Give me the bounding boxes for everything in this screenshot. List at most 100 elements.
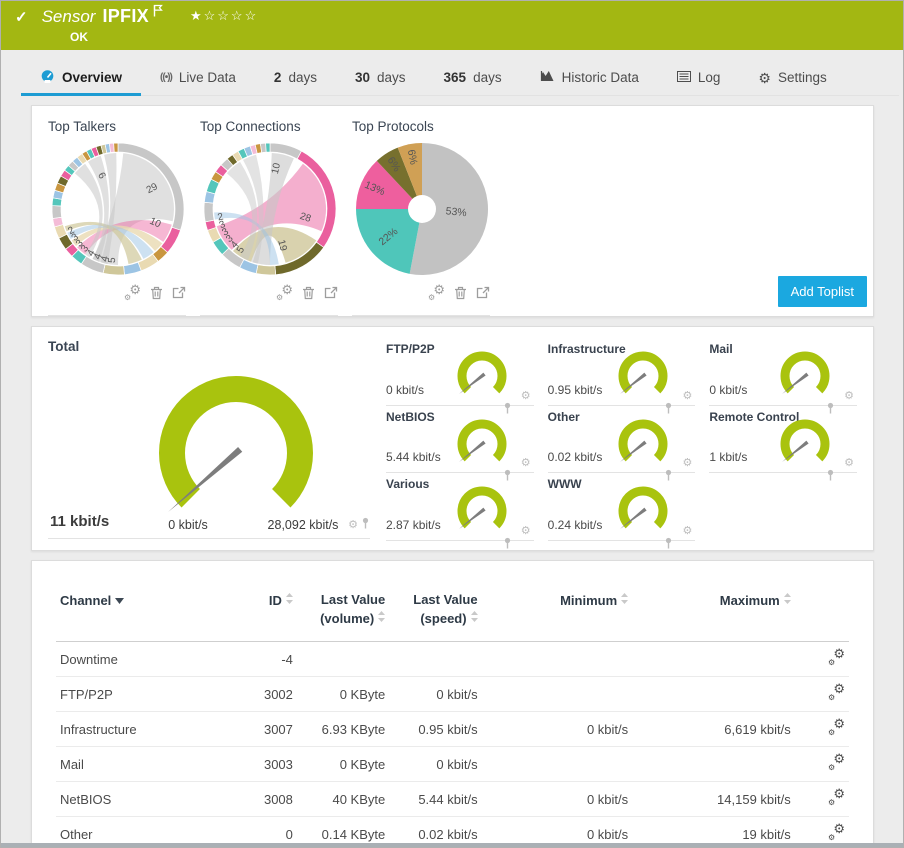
tile-toolbar: ⚙ [521, 526, 534, 537]
mini-gauge [613, 417, 673, 469]
tab-overview[interactable]: Overview [21, 60, 141, 95]
channel-cell: Downtime [56, 642, 225, 677]
pin-icon[interactable] [361, 516, 370, 534]
channel-value: 0 kbit/s [386, 383, 424, 397]
window-bottom-edge [1, 843, 903, 847]
gear-icon[interactable]: ⚙ [682, 391, 692, 402]
row-settings-cell: ⚙⚙ [795, 782, 849, 817]
gear-icon[interactable]: ⚙ [348, 520, 358, 531]
tab-log[interactable]: Log [658, 60, 740, 95]
last-volume-cell [297, 642, 389, 677]
channel-settings-gears-icon[interactable]: ⚙⚙ [828, 790, 845, 805]
chord-chart[interactable]: 6291023334445 [48, 136, 188, 283]
table-row: FTP/P2P30020 KByte0 kbit/s⚙⚙ [56, 677, 849, 712]
last-speed-cell: 0 kbit/s [389, 677, 481, 712]
gauges-panel: Total 0 kbit/s 28,092 kbit/s 11 kbit/s ⚙… [31, 326, 874, 551]
tile-toolbar: ⚙ [521, 458, 534, 469]
mini-gauge [452, 417, 512, 469]
gear-icon[interactable]: ⚙ [521, 391, 531, 402]
row-settings-cell: ⚙⚙ [795, 677, 849, 712]
column-header-last-value[interactable]: Last Value(speed) [389, 575, 481, 642]
tab-days[interactable]: 365days [425, 60, 521, 95]
channel-settings-gears-icon[interactable]: ⚙⚙ [828, 825, 845, 840]
tab-live-data[interactable]: ((•))Live Data [141, 60, 255, 95]
toplist-top-connections: Top Connections102819233345⚙⚙ [200, 117, 338, 316]
gears-icon[interactable]: ⚙⚙ [124, 285, 141, 300]
tab-bar: Overview((•))Live Data2days30days365days… [21, 60, 899, 96]
toplists-panel: Top Talkers6291023334445⚙⚙Top Connection… [31, 105, 874, 317]
column-header-channel[interactable]: Channel [56, 575, 225, 642]
minimum-cell [482, 642, 633, 677]
sensor-header: ✓ Sensor IPFIX ★☆☆☆☆ OK [1, 1, 903, 50]
gauge-tile-various: Various2.87 kbit/s⚙ [386, 473, 534, 541]
toplist-title: Top Talkers [48, 119, 186, 134]
table-row: Mail30030 KByte0 kbit/s⚙⚙ [56, 747, 849, 782]
channel-settings-gears-icon[interactable]: ⚙⚙ [828, 685, 845, 700]
popout-icon[interactable] [476, 286, 490, 299]
id-cell: 3003 [225, 747, 297, 782]
trash-icon[interactable] [150, 286, 163, 300]
gear-icon[interactable]: ⚙ [521, 526, 531, 537]
id-cell: 3008 [225, 782, 297, 817]
channel-settings-gears-icon[interactable]: ⚙⚙ [828, 650, 845, 665]
last-volume-cell: 0 KByte [297, 677, 389, 712]
channel-name: Various [386, 477, 429, 491]
svg-text:5: 5 [107, 257, 118, 264]
gear-icon[interactable]: ⚙ [844, 458, 854, 469]
tab-settings[interactable]: ⚙Settings [739, 60, 845, 95]
tile-toolbar: ⚙ [682, 526, 695, 537]
column-header-last-value[interactable]: Last Value(volume) [297, 575, 389, 642]
popout-icon[interactable] [324, 286, 338, 299]
table-row: Infrastructure30076.93 KByte0.95 kbit/s0… [56, 712, 849, 747]
gear-icon[interactable]: ⚙ [844, 391, 854, 402]
trash-icon[interactable] [454, 286, 467, 300]
sort-icon [378, 609, 385, 627]
minimum-cell [482, 677, 633, 712]
gauge-tile-netbios: NetBIOS5.44 kbit/s⚙ [386, 406, 534, 474]
minimum-cell: 0 kbit/s [482, 782, 633, 817]
channel-settings-gears-icon[interactable]: ⚙⚙ [828, 720, 845, 735]
minimum-cell [482, 747, 633, 782]
mini-gauge [452, 349, 512, 401]
pie-chart[interactable]: 53%22%13%6%6% [352, 136, 492, 283]
gear-icon[interactable]: ⚙ [682, 526, 692, 537]
tile-toolbar: ⚙ [844, 391, 857, 402]
column-header-maximum[interactable]: Maximum [632, 575, 795, 642]
column-header-id[interactable]: ID [225, 575, 297, 642]
gears-icon[interactable]: ⚙⚙ [428, 285, 445, 300]
total-gauge-tile: Total 0 kbit/s 28,092 kbit/s 11 kbit/s ⚙ [48, 338, 370, 539]
channel-cell: Mail [56, 747, 225, 782]
popout-icon[interactable] [172, 286, 186, 299]
gauge-max-label: 28,092 kbit/s [248, 518, 358, 532]
priority-stars[interactable]: ★☆☆☆☆ [190, 8, 258, 24]
last-speed-cell: 0.95 kbit/s [389, 712, 481, 747]
prtg-sensor-page: ✓ Sensor IPFIX ★☆☆☆☆ OK Overview((•))Liv… [0, 0, 904, 848]
flag-icon[interactable] [153, 4, 164, 22]
column-header-actions [795, 575, 849, 642]
gauge-tile-ftp-p2p: FTP/P2P0 kbit/s⚙ [386, 338, 534, 406]
chord-chart[interactable]: 102819233345 [200, 136, 340, 283]
toplist-top-protocols: Top Protocols 53%22%13%6%6% ⚙⚙ [352, 117, 490, 316]
id-cell: -4 [225, 642, 297, 677]
add-toplist-button[interactable]: Add Toplist [778, 276, 867, 307]
gauge-tile-other: Other0.02 kbit/s⚙ [548, 406, 696, 474]
gear-icon[interactable]: ⚙ [521, 458, 531, 469]
gear-icon[interactable]: ⚙ [682, 458, 692, 469]
tab-historic-data[interactable]: Historic Data [521, 60, 658, 95]
tab-days[interactable]: 30days [336, 60, 425, 95]
tab-days[interactable]: 2days [255, 60, 336, 95]
gear-icon: ⚙ [758, 71, 771, 85]
channel-table: ChannelIDLast Value(volume)Last Value(sp… [56, 575, 849, 848]
column-header-minimum[interactable]: Minimum [482, 575, 633, 642]
broadcast-icon: ((•)) [160, 72, 172, 83]
toplist-title: Top Protocols [352, 119, 490, 134]
trash-icon[interactable] [302, 286, 315, 300]
table-row: NetBIOS300840 KByte5.44 kbit/s0 kbit/s14… [56, 782, 849, 817]
tile-toolbar: ⚙ [682, 391, 695, 402]
chart-icon [540, 70, 555, 85]
gears-icon[interactable]: ⚙⚙ [276, 285, 293, 300]
channel-value: 0.02 kbit/s [548, 450, 603, 464]
channel-value: 0.95 kbit/s [548, 383, 603, 397]
channel-settings-gears-icon[interactable]: ⚙⚙ [828, 755, 845, 770]
sensor-name: IPFIX [102, 6, 149, 27]
